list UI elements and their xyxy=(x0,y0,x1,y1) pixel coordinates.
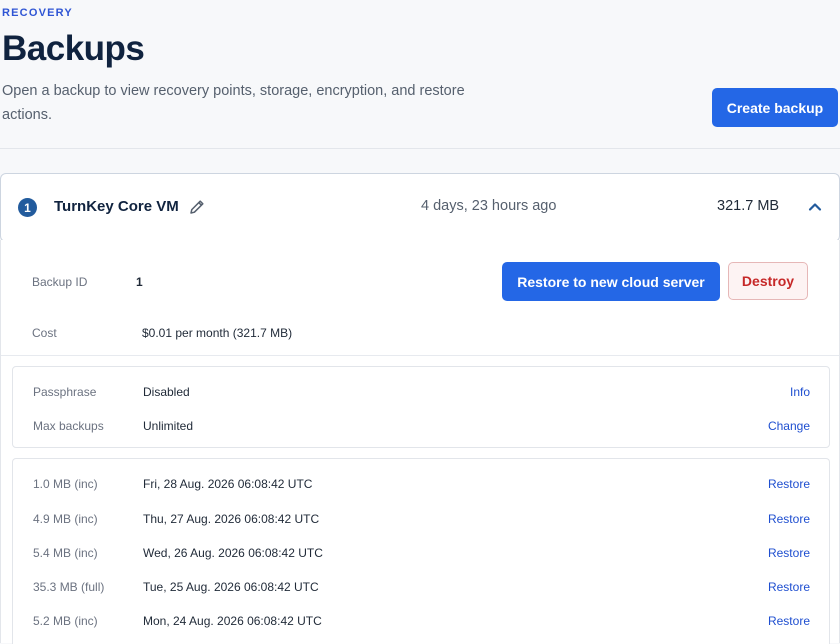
recovery-point-restore-link[interactable]: Restore xyxy=(768,546,810,560)
backup-size: 321.7 MB xyxy=(717,198,780,214)
recovery-point-date: Tue, 25 Aug. 2026 06:08:42 UTC xyxy=(143,580,319,594)
section-eyebrow: RECOVERY xyxy=(2,7,73,19)
recovery-point-date: Wed, 26 Aug. 2026 06:08:42 UTC xyxy=(143,546,323,560)
backup-number-badge: 1 xyxy=(18,198,37,217)
backup-name: TurnKey Core VM xyxy=(54,198,179,215)
pencil-icon[interactable] xyxy=(188,198,206,216)
recovery-point-size: 1.0 MB (inc) xyxy=(33,477,98,491)
max-backups-label: Max backups xyxy=(33,419,104,433)
restore-to-new-server-button[interactable]: Restore to new cloud server xyxy=(502,262,720,301)
recovery-point-date: Mon, 24 Aug. 2026 06:08:42 UTC xyxy=(143,614,322,628)
recovery-point-size: 35.3 MB (full) xyxy=(33,580,105,594)
passphrase-info-link[interactable]: Info xyxy=(790,385,810,399)
max-backups-value: Unlimited xyxy=(143,419,194,433)
backup-id-value: 1 xyxy=(136,275,143,289)
backup-age: 4 days, 23 hours ago xyxy=(421,198,557,214)
create-backup-button[interactable]: Create backup xyxy=(712,88,838,127)
recovery-points-panel: 1.0 MB (inc) Fri, 28 Aug. 2026 06:08:42 … xyxy=(12,458,830,644)
recovery-point-date: Thu, 27 Aug. 2026 06:08:42 UTC xyxy=(143,512,320,526)
recovery-point-size: 5.2 MB (inc) xyxy=(33,614,98,628)
backup-id-label: Backup ID xyxy=(32,275,88,289)
passphrase-value: Disabled xyxy=(143,385,190,399)
recovery-point-size: 4.9 MB (inc) xyxy=(33,512,98,526)
detail-divider xyxy=(1,355,839,356)
page-title: Backups xyxy=(2,29,145,68)
cost-value: $0.01 per month (321.7 MB) xyxy=(142,326,293,340)
cost-label: Cost xyxy=(32,326,57,340)
passphrase-label: Passphrase xyxy=(33,385,97,399)
backup-summary-card[interactable]: 1 TurnKey Core VM 4 days, 23 hours ago 3… xyxy=(0,173,840,242)
backup-detail: Backup ID 1 Restore to new cloud server … xyxy=(0,240,840,644)
recovery-point-date: Fri, 28 Aug. 2026 06:08:42 UTC xyxy=(143,477,313,491)
max-backups-change-link[interactable]: Change xyxy=(768,419,810,433)
recovery-point-size: 5.4 MB (inc) xyxy=(33,546,98,560)
destroy-button[interactable]: Destroy xyxy=(728,262,808,300)
recovery-point-restore-link[interactable]: Restore xyxy=(768,614,810,628)
backup-settings-panel: Passphrase Disabled Info Max backups Unl… xyxy=(12,366,830,448)
chevron-up-icon[interactable] xyxy=(807,199,823,215)
page-subtitle: Open a backup to view recovery points, s… xyxy=(2,83,465,123)
page-header: RECOVERY Backups Open a backup to view r… xyxy=(0,0,840,149)
recovery-point-restore-link[interactable]: Restore xyxy=(768,477,810,491)
recovery-point-restore-link[interactable]: Restore xyxy=(768,580,810,594)
recovery-point-restore-link[interactable]: Restore xyxy=(768,512,810,526)
